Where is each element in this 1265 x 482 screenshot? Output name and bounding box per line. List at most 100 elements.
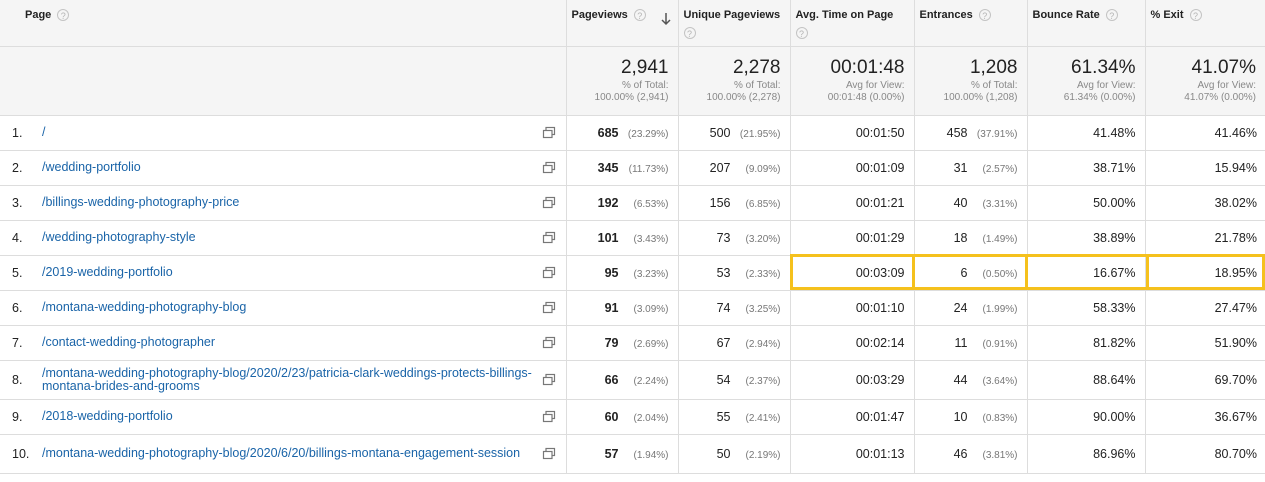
unique-pageviews-cell: 207 (9.09%): [678, 150, 791, 186]
column-header-exit[interactable]: % Exit?: [1145, 0, 1265, 47]
page-link[interactable]: /2018-wedding-portfolio: [42, 410, 536, 423]
help-icon[interactable]: ?: [633, 9, 646, 22]
open-in-new-window-icon[interactable]: [542, 126, 556, 140]
entrances-percent: (37.91%): [976, 128, 1018, 140]
page-link[interactable]: /wedding-portfolio: [42, 161, 536, 174]
avg-time-cell: 00:01:21: [790, 185, 915, 221]
entrances-percent: (0.50%): [982, 268, 1018, 280]
exit-value: 15.94%: [1214, 160, 1257, 175]
open-in-new-window-icon[interactable]: [542, 410, 556, 424]
unique-pageviews-percent: (2.41%): [745, 412, 781, 424]
unique-pageviews-value: 207: [709, 160, 731, 175]
open-in-new-window-icon[interactable]: [542, 301, 556, 315]
page-link[interactable]: /montana-wedding-photography-blog/2020/6…: [42, 447, 536, 460]
bounce-rate-cell: 88.64%: [1027, 360, 1146, 400]
entrances-value: 44: [953, 372, 968, 387]
total-pageviews: 2,941% of Total: 100.00% (2,941): [566, 46, 679, 116]
pageviews-percent: (2.24%): [633, 375, 669, 387]
column-header-pageviews[interactable]: Pageviews?: [566, 0, 679, 47]
pageviews-value: 192: [597, 195, 619, 210]
row-number: 9.: [12, 409, 23, 424]
open-in-new-window-icon[interactable]: [542, 161, 556, 175]
help-icon[interactable]: ?: [683, 27, 696, 39]
column-header-bounce-rate[interactable]: Bounce Rate?: [1027, 0, 1146, 47]
unique-pageviews-percent: (2.33%): [745, 268, 781, 280]
exit-cell: 15.94%: [1145, 150, 1265, 186]
pageviews-value: 685: [597, 125, 619, 140]
page-cell: 7. /contact-wedding-photographer: [0, 325, 567, 361]
bounce-rate-cell: 41.48%: [1027, 115, 1146, 151]
page-cell: 8. /montana-wedding-photography-blog/2020…: [0, 360, 567, 400]
pageviews-percent: (2.04%): [633, 412, 669, 424]
avg-time-value: 00:03:29: [855, 372, 905, 387]
entrances-value: 40: [953, 195, 968, 210]
page-link[interactable]: /wedding-photography-style: [42, 231, 536, 244]
sort-descending-arrow-icon[interactable]: [660, 12, 672, 26]
help-icon[interactable]: ?: [978, 9, 991, 22]
pageviews-percent: (1.94%): [633, 449, 669, 461]
open-in-new-window-icon[interactable]: [542, 196, 556, 210]
exit-cell: 51.90%: [1145, 325, 1265, 361]
table-row: 9. /2018-wedding-portfolio 60 (2.04%) 55 (2.4…: [0, 399, 1265, 435]
column-header-avg-time[interactable]: Avg. Time on Page?: [790, 0, 915, 47]
open-in-new-window-icon[interactable]: [542, 231, 556, 245]
avg-time-value: 00:01:21: [855, 195, 905, 210]
table-row: 7. /contact-wedding-photographer 79 (2.69%)…: [0, 325, 1265, 361]
unique-pageviews-percent: (3.20%): [745, 233, 781, 245]
page-link[interactable]: /montana-wedding-photography-blog: [42, 301, 536, 314]
page-link[interactable]: /contact-wedding-photographer: [42, 336, 536, 349]
avg-time-cell: 00:03:29: [790, 360, 915, 400]
unique-pageviews-cell: 50 (2.19%): [678, 434, 791, 474]
avg-time-value: 00:02:14: [855, 335, 905, 350]
exit-cell: 18.95%: [1145, 255, 1265, 291]
pageviews-cell: 79 (2.69%): [566, 325, 679, 361]
page-link[interactable]: /montana-wedding-photography-blog/2020/2…: [42, 366, 536, 393]
entrances-value: 18: [953, 230, 968, 245]
help-icon[interactable]: ?: [1105, 9, 1118, 22]
help-icon[interactable]: ?: [795, 27, 808, 39]
avg-time-cell: 00:01:29: [790, 220, 915, 256]
unique-pageviews-cell: 67 (2.94%): [678, 325, 791, 361]
page-link[interactable]: /2019-wedding-portfolio: [42, 266, 536, 279]
page-link[interactable]: /: [42, 126, 536, 139]
pageviews-value: 57: [604, 446, 619, 461]
page-link[interactable]: /billings-wedding-photography-price: [42, 196, 536, 209]
avg-time-cell: 00:01:50: [790, 115, 915, 151]
column-header-unique-pageviews[interactable]: Unique Pageviews?: [678, 0, 791, 47]
entrances-cell: 10 (0.83%): [914, 399, 1028, 435]
row-number: 8.: [12, 372, 23, 387]
pageviews-value: 101: [597, 230, 619, 245]
open-in-new-window-icon[interactable]: [542, 373, 556, 387]
entrances-cell: 40 (3.31%): [914, 185, 1028, 221]
help-icon[interactable]: ?: [57, 9, 70, 22]
avg-time-value: 00:03:09: [855, 265, 905, 280]
table-header-row: Page? Pageviews? Unique Pageviews? Avg. …: [0, 0, 1265, 47]
total-avg-time: 00:01:48 Avg for View: 00:01:48 (0.00%): [790, 46, 915, 116]
page-cell: 2. /wedding-portfolio: [0, 150, 567, 186]
avg-time-value: 00:01:47: [855, 409, 905, 424]
avg-time-value: 00:01:10: [855, 300, 905, 315]
pageviews-value: 60: [604, 409, 619, 424]
open-in-new-window-icon[interactable]: [542, 447, 556, 461]
unique-pageviews-percent: (9.09%): [745, 163, 781, 175]
bounce-rate-value: 16.67%: [1093, 265, 1136, 280]
bounce-rate-cell: 38.89%: [1027, 220, 1146, 256]
column-header-page[interactable]: Page?: [0, 0, 567, 47]
bounce-rate-value: 88.64%: [1093, 372, 1136, 387]
row-number: 2.: [12, 160, 23, 175]
entrances-cell: 18 (1.49%): [914, 220, 1028, 256]
pageviews-cell: 91 (3.09%): [566, 290, 679, 326]
help-icon[interactable]: ?: [1189, 9, 1202, 22]
entrances-percent: (3.81%): [982, 449, 1018, 461]
exit-cell: 21.78%: [1145, 220, 1265, 256]
total-unique-pageviews: 2,278% of Total: 100.00% (2,278): [678, 46, 791, 116]
table-row: 10. /montana-wedding-photography-blog/202…: [0, 434, 1265, 474]
avg-time-value: 00:01:09: [855, 160, 905, 175]
unique-pageviews-value: 500: [709, 125, 731, 140]
bounce-rate-value: 81.82%: [1093, 335, 1136, 350]
open-in-new-window-icon[interactable]: [542, 266, 556, 280]
pageviews-percent: (3.43%): [633, 233, 669, 245]
column-header-entrances[interactable]: Entrances?: [914, 0, 1028, 47]
bounce-rate-value: 41.48%: [1093, 125, 1136, 140]
open-in-new-window-icon[interactable]: [542, 336, 556, 350]
